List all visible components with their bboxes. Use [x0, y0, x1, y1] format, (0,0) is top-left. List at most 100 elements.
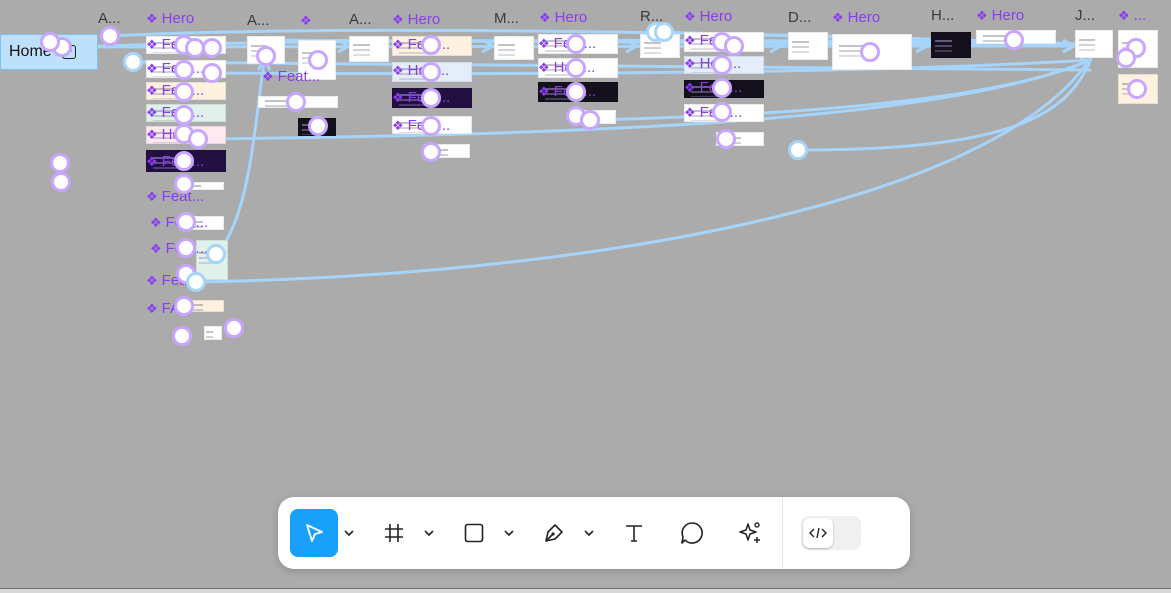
frame-title[interactable]: J...: [1075, 7, 1095, 25]
comment-bubble-icon: [681, 522, 703, 544]
component-icon: ❖: [538, 84, 550, 99]
component-label-hero[interactable]: ❖ Hero: [539, 9, 587, 27]
connection-node[interactable]: [580, 110, 600, 130]
connection-node[interactable]: [176, 238, 196, 258]
connection-node[interactable]: [174, 296, 194, 316]
connection-node[interactable]: [286, 92, 306, 112]
component-icon: ❖: [146, 37, 158, 52]
component-label[interactable]: ❖Feat...: [262, 68, 320, 86]
shape-tool-dropdown[interactable]: [498, 509, 520, 557]
component-label-hero[interactable]: ❖ Hero: [392, 11, 440, 29]
connection-node[interactable]: [188, 129, 208, 149]
connection-node[interactable]: [421, 88, 441, 108]
frame-thumbnail[interactable]: [788, 32, 828, 60]
connection-node[interactable]: [50, 153, 70, 173]
connection-node[interactable]: [174, 82, 194, 102]
connection-node[interactable]: [206, 244, 226, 264]
connection-node[interactable]: [566, 34, 586, 54]
component-icon: ❖: [392, 90, 404, 105]
connection-node[interactable]: [202, 38, 222, 58]
connection-node[interactable]: [712, 102, 732, 122]
component-label-hero[interactable]: ❖ Hero: [146, 10, 194, 28]
bottom-toolbar: [278, 497, 910, 569]
connection-node[interactable]: [421, 116, 441, 136]
frame-title[interactable]: H...: [931, 7, 954, 25]
pen-tool-button[interactable]: [530, 509, 578, 557]
component-icon: ❖: [684, 56, 696, 71]
connection-node[interactable]: [421, 142, 441, 162]
canvas-edge: [0, 588, 1171, 593]
component-label[interactable]: ❖Feat...: [146, 188, 204, 206]
comment-tool-button[interactable]: [668, 509, 716, 557]
frame-tool-button[interactable]: [370, 509, 418, 557]
connection-node[interactable]: [421, 62, 441, 82]
connection-node[interactable]: [716, 129, 736, 149]
frame-title[interactable]: D...: [788, 9, 811, 27]
frame-title[interactable]: A...: [349, 11, 372, 29]
connection-node[interactable]: [566, 58, 586, 78]
component-label-hero[interactable]: ❖ Hero: [976, 7, 1024, 25]
connection-node[interactable]: [174, 60, 194, 80]
dev-mode-knob: [803, 518, 833, 548]
connection-node[interactable]: [123, 52, 143, 72]
connection-node[interactable]: [308, 50, 328, 70]
connection-node[interactable]: [224, 318, 244, 338]
frame-thumbnail[interactable]: [349, 36, 389, 62]
move-tool-button[interactable]: [290, 509, 338, 557]
frame-tool-dropdown[interactable]: [418, 509, 440, 557]
connection-node[interactable]: [566, 82, 586, 102]
connection-node[interactable]: [176, 212, 196, 232]
component-icon: ❖: [392, 118, 404, 133]
component-icon: ❖: [150, 241, 162, 256]
component-label-hero[interactable]: ❖: [300, 12, 316, 30]
frame-thumbnail[interactable]: [494, 36, 534, 60]
frame-title[interactable]: M...: [494, 10, 519, 28]
component-icon: ❖: [392, 63, 404, 78]
dev-mode-toggle[interactable]: [801, 516, 861, 550]
connection-node[interactable]: [1127, 79, 1147, 99]
connection-node[interactable]: [421, 35, 441, 55]
component-icon: ❖: [146, 189, 158, 204]
component-icon: ❖: [684, 33, 696, 48]
connection-node[interactable]: [100, 26, 120, 46]
connection-node[interactable]: [712, 78, 732, 98]
frame-title[interactable]: A...: [247, 12, 270, 30]
connection-node[interactable]: [1004, 30, 1024, 50]
connection-node[interactable]: [40, 32, 60, 52]
text-tool-button[interactable]: [610, 509, 658, 557]
connection-node[interactable]: [788, 140, 808, 160]
connection-node[interactable]: [712, 55, 732, 75]
cursor-arrow-icon: [306, 524, 323, 542]
connection-node[interactable]: [186, 272, 206, 292]
move-tool-dropdown[interactable]: [338, 509, 360, 557]
component-icon: ❖: [146, 127, 158, 142]
toolbar-divider: [782, 497, 783, 569]
connection-node[interactable]: [256, 46, 276, 66]
connection-node[interactable]: [860, 42, 880, 62]
connection-node[interactable]: [202, 63, 222, 83]
connection-node[interactable]: [654, 22, 674, 42]
frame-thumbnail[interactable]: [1075, 30, 1113, 58]
connection-node[interactable]: [308, 116, 328, 136]
connection-node[interactable]: [1116, 48, 1136, 68]
component-icon: ❖: [539, 10, 551, 25]
component-label-hero[interactable]: ❖ Hero: [684, 8, 732, 26]
connection-node[interactable]: [51, 172, 71, 192]
component-label-hero[interactable]: ❖ Hero: [832, 9, 880, 27]
connection-node[interactable]: [174, 151, 194, 171]
shape-tool-button[interactable]: [450, 509, 498, 557]
frame-thumbnail[interactable]: [931, 32, 971, 58]
component-icon: ❖: [146, 11, 158, 26]
component-icon: ❖: [684, 80, 696, 95]
frame-thumbnail[interactable]: [204, 326, 222, 340]
connection-node[interactable]: [174, 174, 194, 194]
connection-node[interactable]: [174, 105, 194, 125]
component-icon: ❖: [684, 9, 696, 24]
ai-tool-button[interactable]: [726, 509, 774, 557]
pen-tool-dropdown[interactable]: [578, 509, 600, 557]
component-icon: ❖: [392, 12, 404, 27]
connection-node[interactable]: [172, 326, 192, 346]
connection-node[interactable]: [724, 36, 744, 56]
component-label-hero[interactable]: ❖...: [1118, 7, 1146, 25]
component-icon: ❖: [146, 61, 158, 76]
